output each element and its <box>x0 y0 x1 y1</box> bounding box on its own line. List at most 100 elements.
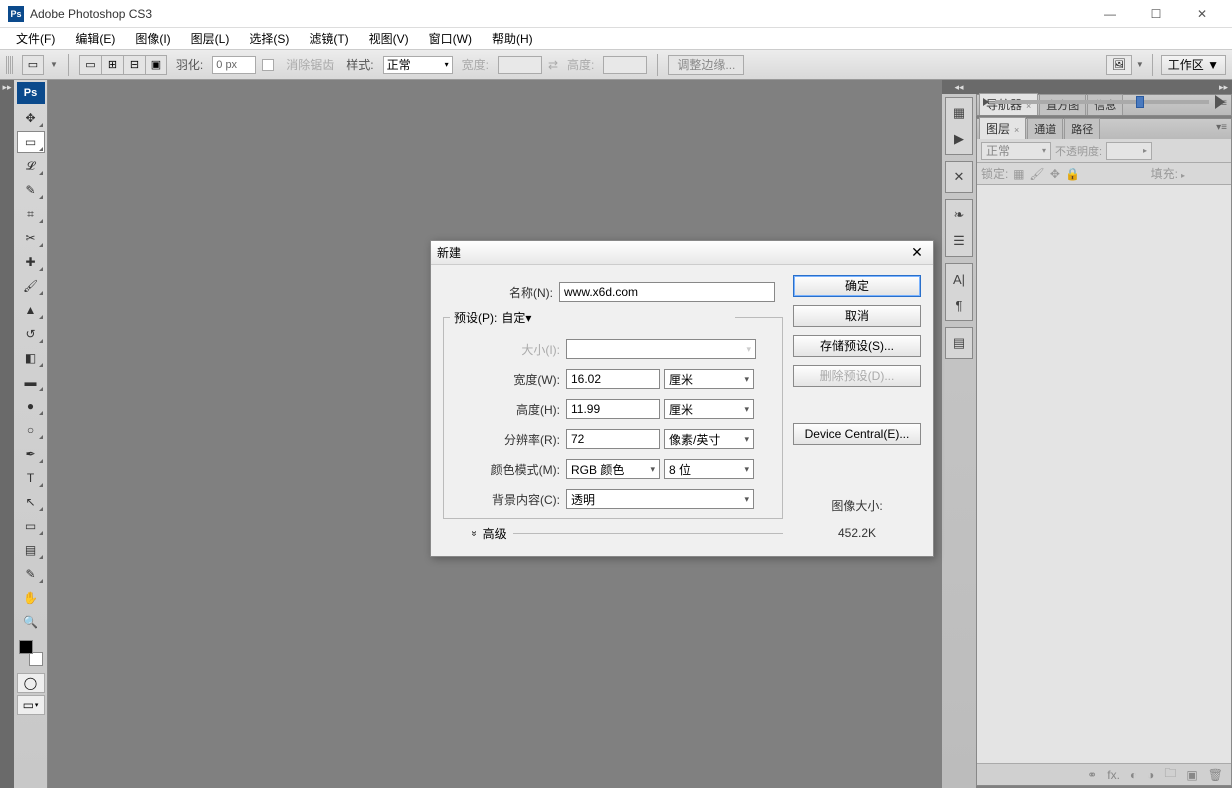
navigator-dock-icon[interactable]: ▦ <box>948 102 970 124</box>
layers-panel: 图层× 通道 路径 ▾≡ 正常▾ 不透明度: ▸ 锁定: ▦ 🖌 ✥ 🔒 <box>976 118 1232 786</box>
colormode-select[interactable]: RGB 颜色▾ <box>566 459 660 479</box>
style-combo[interactable]: 正常▾ <box>383 56 453 74</box>
brush-tool[interactable]: 🖌 <box>17 275 45 297</box>
toolbox-collapse-strip[interactable]: ▸▸ <box>0 80 14 788</box>
new-selection-button[interactable]: ▭ <box>79 55 101 75</box>
history-brush-tool[interactable]: ↺ <box>17 323 45 345</box>
dialog-titlebar[interactable]: 新建 ✕ <box>431 241 933 265</box>
menu-filter[interactable]: 滤镜(T) <box>299 28 358 49</box>
delete-layer-icon[interactable]: 🗑 <box>1208 768 1223 782</box>
slice-tool[interactable]: ✂ <box>17 227 45 249</box>
hand-tool[interactable]: ✋ <box>17 587 45 609</box>
current-tool-preset[interactable]: ▭ <box>22 55 44 75</box>
menu-view[interactable]: 视图(V) <box>359 28 419 49</box>
menu-edit[interactable]: 编辑(E) <box>65 28 125 49</box>
preset-select[interactable]: 自定▾ <box>501 309 731 326</box>
intersect-selection-button[interactable]: ▣ <box>145 55 167 75</box>
resolution-unit-select[interactable]: 像素/英寸▾ <box>664 429 754 449</box>
layers-list <box>977 185 1231 763</box>
feather-field[interactable]: 0 px <box>212 56 256 74</box>
background-swatch[interactable] <box>29 652 43 666</box>
add-selection-button[interactable]: ⊞ <box>101 55 123 75</box>
grip-handle[interactable] <box>6 56 14 74</box>
close-button[interactable]: ✕ <box>1188 7 1216 21</box>
gradient-tool[interactable]: ▬ <box>17 371 45 393</box>
path-select-tool[interactable]: ↖ <box>17 491 45 513</box>
ok-button[interactable]: 确定 <box>793 275 921 297</box>
paragraph-dock-icon[interactable]: ¶ <box>948 294 970 316</box>
layer-mask-icon[interactable]: ◐ <box>1130 768 1137 782</box>
width-input[interactable]: 16.02 <box>566 369 660 389</box>
name-input[interactable]: www.x6d.com <box>559 282 775 302</box>
eyedropper-tool[interactable]: ✎ <box>17 563 45 585</box>
advanced-toggle[interactable]: » 高级 <box>443 525 783 542</box>
styles-dock-icon[interactable]: ☰ <box>948 230 970 252</box>
menu-file[interactable]: 文件(F) <box>6 28 65 49</box>
type-tool[interactable]: T <box>17 467 45 489</box>
zoom-in-icon[interactable] <box>1215 95 1225 109</box>
new-group-icon[interactable]: 🗀 <box>1164 764 1176 785</box>
color-swatches[interactable] <box>17 638 45 668</box>
dock-collapse-button[interactable]: ◂◂ <box>942 80 976 94</box>
character-dock-icon[interactable]: A| <box>948 268 970 290</box>
eraser-tool[interactable]: ◧ <box>17 347 45 369</box>
device-central-button[interactable]: Device Central(E)... <box>793 423 921 445</box>
menu-help[interactable]: 帮助(H) <box>482 28 543 49</box>
notes-tool[interactable]: ▤ <box>17 539 45 561</box>
width-unit-select[interactable]: 厘米▾ <box>664 369 754 389</box>
tab-paths[interactable]: 路径 <box>1064 118 1100 139</box>
new-layer-icon[interactable]: ▣ <box>1186 768 1197 782</box>
shape-tool[interactable]: ▭ <box>17 515 45 537</box>
blur-tool[interactable]: ● <box>17 395 45 417</box>
resolution-input[interactable]: 72 <box>566 429 660 449</box>
move-tool[interactable]: ✥ <box>17 107 45 129</box>
zoom-tool[interactable]: 🔍 <box>17 611 45 633</box>
pen-tool[interactable]: ✒ <box>17 443 45 465</box>
quickmask-toggle[interactable]: ◯ <box>17 673 45 693</box>
height-input[interactable]: 11.99 <box>566 399 660 419</box>
dodge-tool[interactable]: ○ <box>17 419 45 441</box>
healing-brush-tool[interactable]: ✚ <box>17 251 45 273</box>
tab-channels[interactable]: 通道 <box>1027 118 1063 139</box>
screenmode-button[interactable]: ▭▾ <box>17 695 45 715</box>
save-preset-button[interactable]: 存储预设(S)... <box>793 335 921 357</box>
menu-image[interactable]: 图像(I) <box>125 28 180 49</box>
layers-dock-icon[interactable]: ▤ <box>948 332 970 354</box>
menu-select[interactable]: 选择(S) <box>239 28 299 49</box>
bgcontent-select[interactable]: 透明▾ <box>566 489 754 509</box>
swatches-dock-icon[interactable]: ❧ <box>948 204 970 226</box>
lasso-tool[interactable]: 𝓛 <box>17 155 45 177</box>
dialog-close-button[interactable]: ✕ <box>907 244 927 261</box>
workspace-menu[interactable]: 工作区 ▼ <box>1161 55 1226 75</box>
maximize-button[interactable]: ☐ <box>1142 7 1170 21</box>
cancel-button[interactable]: 取消 <box>793 305 921 327</box>
height-unit-select[interactable]: 厘米▾ <box>664 399 754 419</box>
refine-edge-button[interactable]: 调整边缘... <box>668 55 744 75</box>
zoom-slider-thumb[interactable] <box>1136 96 1144 108</box>
color-dock-icon[interactable]: ✕ <box>948 166 970 188</box>
height-label: 高度: <box>567 56 594 73</box>
zoom-slider[interactable] <box>983 95 1225 109</box>
clone-stamp-tool[interactable]: ▲ <box>17 299 45 321</box>
fill-field: ▸ <box>1181 167 1227 181</box>
menu-window[interactable]: 窗口(W) <box>419 28 482 49</box>
link-layers-icon[interactable]: ⚭ <box>1087 768 1097 782</box>
foreground-swatch[interactable] <box>19 640 33 654</box>
subtract-selection-button[interactable]: ⊟ <box>123 55 145 75</box>
panels-collapse-button[interactable]: ▸▸ <box>976 80 1232 94</box>
layer-fx-icon[interactable]: fx. <box>1107 768 1120 782</box>
marquee-tool[interactable]: ▭ <box>17 131 45 153</box>
menu-layer[interactable]: 图层(L) <box>181 28 240 49</box>
bitdepth-select[interactable]: 8 位▾ <box>664 459 754 479</box>
crop-tool[interactable]: ⌗ <box>17 203 45 225</box>
histogram-dock-icon[interactable]: ▶ <box>948 128 970 150</box>
antialias-checkbox[interactable] <box>262 59 274 71</box>
bridge-icon[interactable]: 🖼 <box>1106 55 1132 75</box>
minimize-button[interactable]: — <box>1096 7 1124 21</box>
zoom-out-icon[interactable] <box>983 98 989 106</box>
style-label: 样式: <box>346 56 373 73</box>
adjustment-layer-icon[interactable]: ◑ <box>1147 768 1154 782</box>
tab-layers[interactable]: 图层× <box>979 117 1026 139</box>
quick-select-tool[interactable]: ✎ <box>17 179 45 201</box>
panel-menu-icon[interactable]: ▾≡ <box>1216 122 1227 133</box>
